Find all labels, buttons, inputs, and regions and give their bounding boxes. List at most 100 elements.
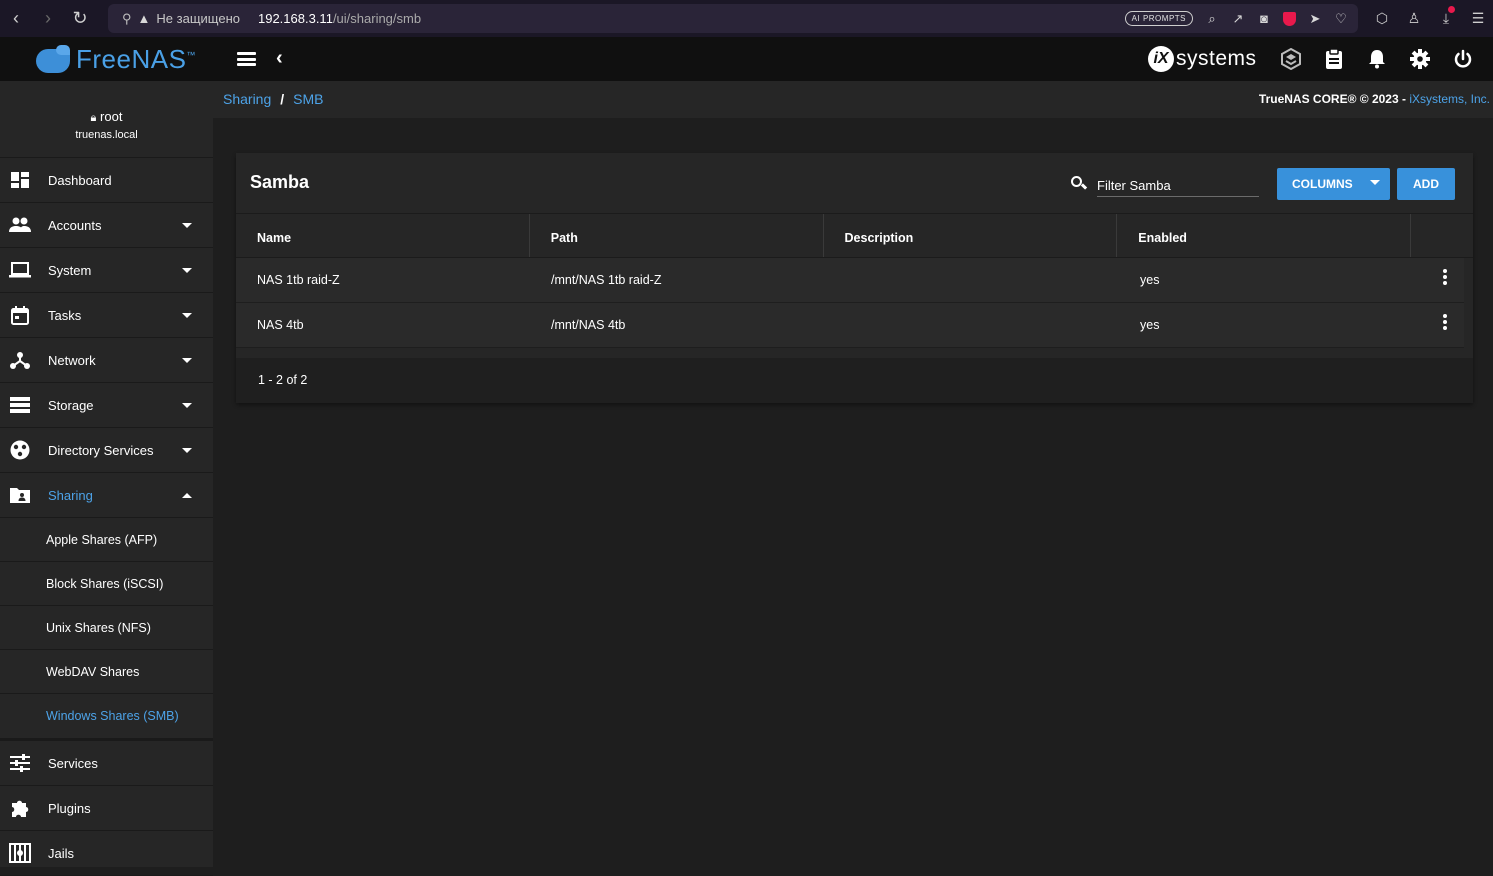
heart-icon[interactable]: ♡ <box>1334 11 1348 26</box>
breadcrumb-separator: / <box>280 91 285 107</box>
logo-tm: ™ <box>186 50 196 60</box>
freenas-shark-icon <box>36 44 72 75</box>
columns-button[interactable]: COLUMNS <box>1277 168 1390 200</box>
app-topbar: FreeNAS ™ ‹ iX systems <box>0 37 1493 81</box>
sidebar-subitem-smb[interactable]: Windows Shares (SMB) <box>0 694 213 738</box>
search-icon <box>1070 175 1088 191</box>
sidebar-item-dashboard[interactable]: Dashboard <box>0 158 213 203</box>
menu-icon[interactable]: ☰ <box>1469 10 1487 27</box>
user-info: 🔒︎ root truenas.local <box>0 81 213 158</box>
url-host[interactable]: 192.168.3.11 <box>258 11 333 26</box>
row-actions-icon[interactable] <box>1442 269 1448 285</box>
cell-name: NAS 1tb raid-Z <box>257 273 340 287</box>
add-button[interactable]: ADD <box>1397 168 1455 200</box>
profile-icon[interactable]: ♙ <box>1405 10 1423 27</box>
columns-label: COLUMNS <box>1292 177 1353 191</box>
insecure-label[interactable]: Не защищено <box>156 11 240 26</box>
sidebar-item-jails[interactable]: Jails <box>0 831 213 876</box>
filter-input[interactable] <box>1097 172 1259 197</box>
row-actions-icon[interactable] <box>1442 314 1448 330</box>
sidebar-item-tasks[interactable]: Tasks <box>0 293 213 338</box>
caret-down-icon <box>182 447 192 453</box>
url-path[interactable]: /ui/sharing/smb <box>333 11 421 26</box>
ai-prompts-button[interactable]: AI PROMPTS <box>1124 11 1193 26</box>
truecommand-icon[interactable] <box>1279 47 1303 71</box>
network-icon <box>9 350 31 370</box>
page-title: Samba <box>250 172 310 192</box>
address-bar[interactable]: ⚲ ▲ Не защищено 192.168.3.11/ui/sharing/… <box>108 4 1358 33</box>
breadcrumb-smb-link[interactable]: SMB <box>293 91 323 107</box>
card-header: Samba COLUMNS ADD <box>236 153 1473 214</box>
ixsystems-logo[interactable]: iX systems <box>1148 46 1257 72</box>
samba-card: Samba COLUMNS ADD Name Path Description … <box>236 153 1473 403</box>
cell-path: /mnt/NAS 4tb <box>551 318 626 332</box>
cube-icon[interactable]: ⬡ <box>1373 10 1391 27</box>
tune-icon <box>9 753 31 773</box>
caret-up-icon <box>182 492 192 498</box>
caret-down-icon <box>1370 180 1380 185</box>
hamburger-menu-icon[interactable] <box>237 52 256 66</box>
caret-down-icon <box>182 357 192 363</box>
sidebar-subitem-webdav[interactable]: WebDAV Shares <box>0 650 213 694</box>
notification-dot <box>1448 6 1455 13</box>
dashboard-icon <box>9 170 31 190</box>
browser-toolbar: ‹ › ↻ ⚲ ▲ Не защищено 192.168.3.11/ui/sh… <box>0 0 1493 37</box>
sidebar-label: Storage <box>48 397 94 413</box>
people-icon <box>9 215 31 235</box>
cell-name: NAS 4tb <box>257 318 304 332</box>
sidebar-item-services[interactable]: Services <box>0 741 213 786</box>
table-row[interactable]: NAS 4tb /mnt/NAS 4tb yes <box>236 303 1464 348</box>
sidebar-subitem-afp[interactable]: Apple Shares (AFP) <box>0 518 213 562</box>
breadcrumb-sharing-link[interactable]: Sharing <box>223 91 271 107</box>
sidebar-label: Directory Services <box>48 442 154 458</box>
folder-shared-icon <box>9 485 31 505</box>
calendar-icon <box>9 305 31 325</box>
lock-icon: 🔒︎ <box>90 112 97 124</box>
browser-back-icon[interactable]: ‹ <box>0 0 32 37</box>
freenas-logo[interactable]: FreeNAS ™ <box>36 44 195 75</box>
logo-text: FreeNAS <box>76 44 187 74</box>
shield-icon[interactable] <box>1283 11 1296 26</box>
copyright: TrueNAS CORE® © 2023 - iXsystems, Inc. <box>1259 92 1490 106</box>
column-header-description[interactable]: Description <box>824 214 1118 257</box>
sidebar-label: Accounts <box>48 217 102 233</box>
browser-forward-icon[interactable]: › <box>32 0 64 37</box>
browser-reload-icon[interactable]: ↻ <box>64 0 96 37</box>
sidebar-label: Dashboard <box>48 172 112 188</box>
ixsystems-link[interactable]: iXsystems, Inc. <box>1409 92 1490 106</box>
sidebar-label: Tasks <box>48 307 82 323</box>
gear-icon[interactable] <box>1408 47 1432 71</box>
sidebar-item-sharing[interactable]: Sharing <box>0 473 213 518</box>
sidebar-subitem-nfs[interactable]: Unix Shares (NFS) <box>0 606 213 650</box>
sidebar-item-storage[interactable]: Storage <box>0 383 213 428</box>
search-page-icon[interactable]: ⌕ <box>1205 11 1219 26</box>
sidebar-item-network[interactable]: Network <box>0 338 213 383</box>
sidebar-item-directory-services[interactable]: Directory Services <box>0 428 213 473</box>
clipboard-icon[interactable] <box>1322 47 1346 71</box>
power-icon[interactable] <box>1451 47 1475 71</box>
send-icon[interactable]: ➤ <box>1308 11 1322 26</box>
caret-down-icon <box>182 312 192 318</box>
pagination-range: 1 - 2 of 2 <box>258 373 308 387</box>
column-header-enabled[interactable]: Enabled <box>1117 214 1412 257</box>
breadcrumb: Sharing / SMB <box>223 91 324 107</box>
camera-icon[interactable]: ◙ <box>1257 11 1271 26</box>
column-header-path[interactable]: Path <box>530 214 824 257</box>
warning-icon: ▲ <box>137 11 151 26</box>
site-settings-icon[interactable]: ⚲ <box>122 11 132 27</box>
hostname: truenas.local <box>75 129 138 141</box>
sidebar-item-system[interactable]: System <box>0 248 213 293</box>
sidebar-subitem-iscsi[interactable]: Block Shares (iSCSI) <box>0 562 213 606</box>
storage-icon <box>9 395 31 415</box>
collapse-chevron-icon[interactable]: ‹ <box>276 47 283 70</box>
bell-icon[interactable] <box>1365 47 1389 71</box>
share-icon[interactable]: ↗ <box>1231 11 1245 26</box>
sidebar-item-accounts[interactable]: Accounts <box>0 203 213 248</box>
ix-text: systems <box>1176 47 1257 70</box>
table-row[interactable]: NAS 1tb raid-Z /mnt/NAS 1tb raid-Z yes <box>236 258 1464 303</box>
download-icon[interactable]: ⤓ <box>1437 6 1455 27</box>
sidebar-item-plugins[interactable]: Plugins <box>0 786 213 831</box>
directory-icon <box>9 440 31 460</box>
column-header-name[interactable]: Name <box>236 214 530 257</box>
cell-path: /mnt/NAS 1tb raid-Z <box>551 273 662 287</box>
